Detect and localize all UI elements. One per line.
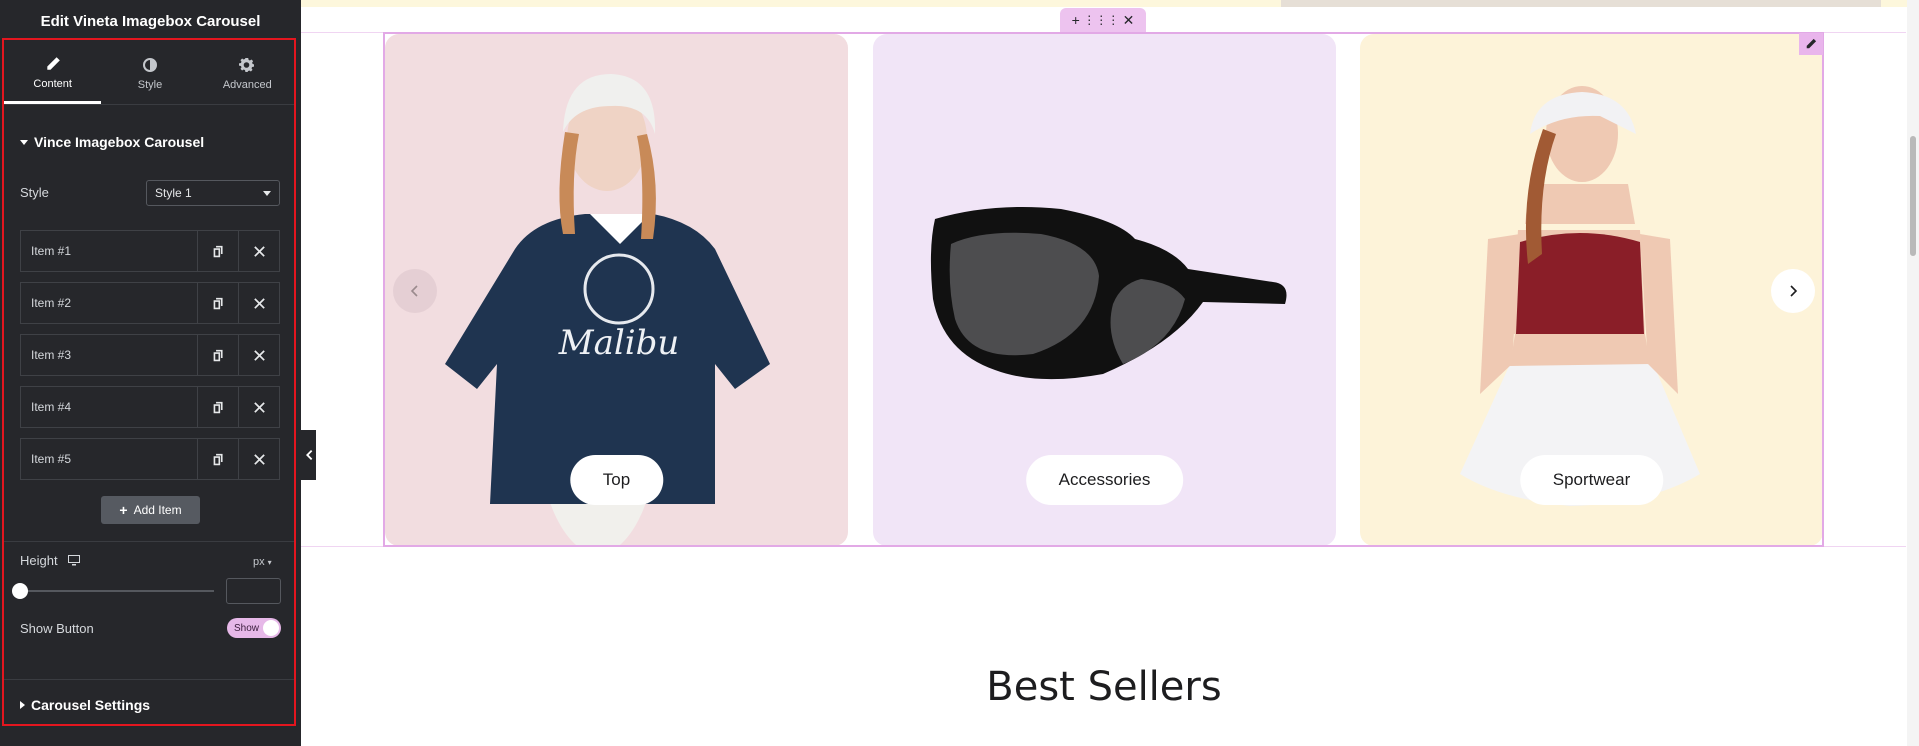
panel-tabs: Content Style Advanced [4, 44, 296, 105]
height-slider-handle[interactable] [12, 583, 28, 599]
close-icon [253, 297, 265, 309]
add-item-label: Add Item [133, 503, 182, 517]
divider [4, 541, 296, 542]
tab-style-label: Style [137, 79, 163, 91]
copy-icon [213, 349, 223, 361]
repeater-item-label[interactable]: Item #5 [21, 439, 198, 479]
scrollbar-thumb[interactable] [1910, 136, 1916, 256]
banner-image [1281, 0, 1881, 7]
plus-icon: + [119, 502, 128, 518]
close-icon [253, 401, 265, 413]
repeater-item[interactable]: Item #4 [20, 386, 280, 428]
height-input[interactable] [226, 578, 281, 604]
duplicate-button[interactable] [198, 439, 239, 479]
close-icon [253, 349, 265, 361]
style-label: Style [20, 185, 49, 200]
tab-advanced[interactable]: Advanced [199, 44, 296, 104]
repeater-item[interactable]: Item #5 [20, 438, 280, 480]
tab-content-label: Content [33, 77, 72, 90]
height-label: Height [20, 553, 58, 568]
repeater-item-label[interactable]: Item #1 [21, 231, 198, 271]
show-button-toggle-label: Show [234, 622, 260, 634]
add-section-icon[interactable]: + [1072, 12, 1080, 28]
tab-content[interactable]: Content [4, 44, 102, 104]
height-slider-track[interactable] [20, 590, 214, 592]
half-circle-icon [142, 58, 157, 72]
repeater-item-label[interactable]: Item #2 [21, 283, 198, 323]
editor-panel: Edit Vineta Imagebox Carousel Content St… [0, 0, 301, 746]
duplicate-button[interactable] [198, 387, 239, 427]
tab-style[interactable]: Style [101, 44, 198, 104]
best-sellers-heading: Best Sellers [986, 664, 1222, 710]
add-item-button[interactable]: + Add Item [101, 496, 200, 524]
carousel-next-button[interactable] [1771, 269, 1815, 313]
toggle-knob [263, 620, 279, 636]
duplicate-button[interactable] [198, 283, 239, 323]
gear-icon [239, 58, 255, 72]
remove-button[interactable] [239, 387, 279, 427]
caret-down-icon [20, 139, 28, 145]
drag-handle-icon[interactable]: ⋮⋮⋮ [1083, 13, 1119, 27]
repeater-item[interactable]: Item #2 [20, 282, 280, 324]
copy-icon [213, 453, 223, 465]
carousel-settings-label: Carousel Settings [31, 697, 151, 713]
section-handle[interactable]: + ⋮⋮⋮ ✕ [1060, 8, 1146, 32]
repeater-item[interactable]: Item #3 [20, 334, 280, 376]
caret-right-icon [20, 701, 25, 709]
delete-section-icon[interactable]: ✕ [1123, 12, 1135, 29]
remove-button[interactable] [239, 439, 279, 479]
tab-advanced-label: Advanced [222, 79, 272, 91]
remove-button[interactable] [239, 335, 279, 375]
pencil-icon [1806, 38, 1817, 49]
repeater-item[interactable]: Item #1 [20, 230, 280, 272]
duplicate-button[interactable] [198, 335, 239, 375]
chevron-right-icon [1790, 285, 1798, 297]
section-toggle-carousel-settings[interactable]: Carousel Settings [20, 697, 150, 713]
show-button-label: Show Button [20, 621, 94, 636]
remove-button[interactable] [239, 283, 279, 323]
unit-select[interactable]: px ▾ [253, 556, 272, 568]
repeater-item-label[interactable]: Item #4 [21, 387, 198, 427]
chevron-left-icon [410, 285, 418, 297]
copy-icon [213, 245, 223, 257]
show-button-toggle[interactable]: Show [227, 618, 281, 638]
remove-button[interactable] [239, 231, 279, 271]
repeater-item-label[interactable]: Item #3 [21, 335, 198, 375]
unit-label: px [253, 556, 265, 568]
pencil-icon [46, 56, 60, 70]
copy-icon [213, 297, 223, 309]
style-select-value: Style 1 [155, 186, 192, 200]
divider [4, 679, 296, 680]
height-control-label: Height [20, 553, 80, 568]
previous-section-strip [301, 0, 1907, 7]
chevron-down-icon [263, 190, 271, 196]
page-scrollbar[interactable] [1907, 0, 1919, 746]
widget-outline [383, 32, 1824, 547]
carousel-prev-button[interactable] [393, 269, 437, 313]
copy-icon [213, 401, 223, 413]
style-select[interactable]: Style 1 [146, 180, 280, 206]
desktop-icon[interactable] [67, 555, 80, 566]
close-icon [253, 453, 265, 465]
edit-widget-button[interactable] [1799, 33, 1823, 55]
repeater-items: Item #1 Item #2 Item #3 Item #4 Item #5 [20, 230, 280, 490]
section-title-label: Vince Imagebox Carousel [34, 134, 205, 150]
section-toggle-imagebox[interactable]: Vince Imagebox Carousel [20, 134, 204, 150]
duplicate-button[interactable] [198, 231, 239, 271]
chevron-down-icon: ▾ [267, 557, 272, 567]
close-icon [253, 245, 265, 257]
panel-title: Edit Vineta Imagebox Carousel [0, 0, 301, 42]
